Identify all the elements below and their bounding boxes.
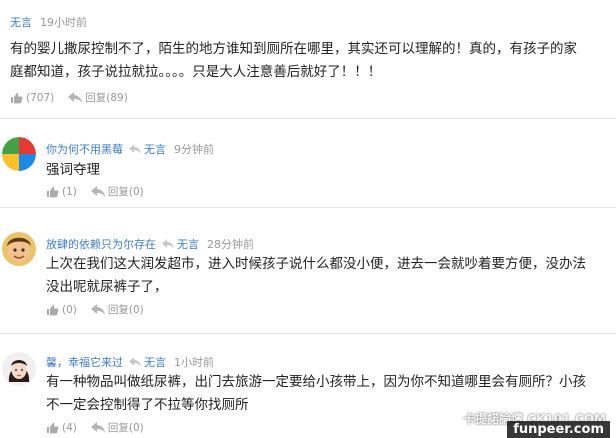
reply-to: 无言 (129, 141, 166, 157)
reply-arrow-icon (129, 144, 141, 154)
reply-to-user[interactable]: 无言 (177, 236, 199, 252)
timestamp: 1小时前 (174, 356, 214, 369)
timestamp: 28分钟前 (207, 238, 254, 251)
reply-arrow-icon (162, 239, 174, 249)
comment-line: 有的婴儿撒尿控制不了，陌生的地方谁知到厕所在哪里，其实还可以理解的！真的，有孩子… (10, 41, 577, 57)
reply-count: (0) (128, 185, 144, 198)
comment-line: 强词夺理 (46, 162, 100, 178)
username[interactable]: 无言 (10, 14, 32, 30)
comment-line: 庭都知道，孩子说拉就拉。。。。只是大人注意善后就好了！！！ (10, 64, 382, 80)
reply-count: (89) (106, 91, 128, 104)
thumbs-up-icon (11, 92, 23, 103)
reply-count: (0) (128, 421, 144, 434)
reply-label: 回复 (85, 92, 107, 104)
avatar-image (2, 137, 36, 171)
comment-text: 上次在我们这大润发超市，进入时候孩子说什么都没小便，进去一会就吵着要方便，没办法… (46, 253, 611, 299)
comment-line: 上次在我们这大润发超市，进入时候孩子说什么都没小便，进去一会就吵着要方便，没办法 (46, 256, 586, 272)
reply-button[interactable]: 回复 (0) (90, 420, 144, 435)
reply-arrow-icon (129, 357, 141, 367)
avatar-image (2, 232, 36, 266)
thumbs-up-icon (47, 422, 59, 433)
comment-actions: (707) 回复 (89) (10, 90, 142, 105)
reply-arrow-icon (90, 422, 105, 433)
comment-1: 无言 19小时前 有的婴儿撒尿控制不了，陌生的地方谁知到厕所在哪里，其实还可以理… (0, 0, 616, 118)
reply-label: 回复 (107, 186, 129, 198)
comment-line: 有一种物品叫做纸尿裤，出门去旅游一定要给小孩带上，因为你不知道哪里会有厕所？小孩 (46, 374, 586, 390)
timestamp: 9分钟前 (174, 143, 214, 156)
reply-label: 回复 (107, 422, 129, 434)
comment-3: 放肆的依赖只为尔存在 无言 28分钟前 上次在我们这大润发超市，进入时候孩子说什… (0, 208, 616, 333)
like-count: (4) (62, 421, 77, 434)
comment-2: 你为何不用黑莓 无言 9分钟前 强词夺理 (1) 回复 (0) (0, 119, 616, 207)
comment-meta: 放肆的依赖只为尔存在 无言 28分钟前 (46, 236, 254, 252)
avatar-image (2, 352, 36, 386)
reply-arrow-icon (90, 304, 105, 315)
watermark-funpeer: funpeer.com (507, 421, 610, 438)
avatar[interactable] (2, 137, 36, 171)
like-button[interactable]: (1) (46, 186, 77, 198)
comment-text: 强词夺理 (46, 159, 606, 182)
username[interactable]: 馨，幸福它来过 (46, 354, 123, 370)
reply-arrow-icon (68, 92, 83, 103)
reply-label: 回复 (107, 304, 129, 316)
reply-count: (0) (128, 303, 144, 316)
comment-line: 没出呢就尿裤子了， (46, 279, 168, 295)
comment-meta: 馨，幸福它来过 无言 1小时前 (46, 354, 214, 370)
like-button[interactable]: (707) (10, 92, 54, 104)
username[interactable]: 放肆的依赖只为尔存在 (46, 236, 156, 252)
reply-button[interactable]: 回复 (0) (90, 302, 144, 317)
reply-button[interactable]: 回复 (89) (68, 90, 128, 105)
timestamp: 19小时前 (40, 16, 87, 29)
comment-meta: 无言 19小时前 (10, 14, 87, 30)
comment-meta: 你为何不用黑莓 无言 9分钟前 (46, 141, 214, 157)
reply-to-user[interactable]: 无言 (144, 141, 166, 157)
reply-button[interactable]: 回复 (0) (90, 184, 144, 199)
comment-actions: (0) 回复 (0) (46, 302, 158, 317)
comment-text: 有的婴儿撒尿控制不了，陌生的地方谁知到厕所在哪里，其实还可以理解的！真的，有孩子… (10, 38, 610, 84)
like-button[interactable]: (4) (46, 422, 77, 434)
reply-to-user[interactable]: 无言 (144, 354, 166, 370)
comment-actions: (4) 回复 (0) (46, 420, 158, 435)
avatar[interactable] (2, 232, 36, 266)
reply-to: 无言 (162, 236, 199, 252)
like-button[interactable]: (0) (46, 304, 77, 316)
like-count: (707) (26, 91, 55, 104)
avatar[interactable] (2, 352, 36, 386)
reply-to: 无言 (129, 354, 166, 370)
username[interactable]: 你为何不用黑莓 (46, 141, 123, 157)
comment-actions: (1) 回复 (0) (46, 184, 158, 199)
like-count: (1) (62, 185, 77, 198)
thumbs-up-icon (47, 304, 59, 315)
reply-arrow-icon (90, 186, 105, 197)
like-count: (0) (62, 303, 77, 316)
thumbs-up-icon (47, 186, 59, 197)
